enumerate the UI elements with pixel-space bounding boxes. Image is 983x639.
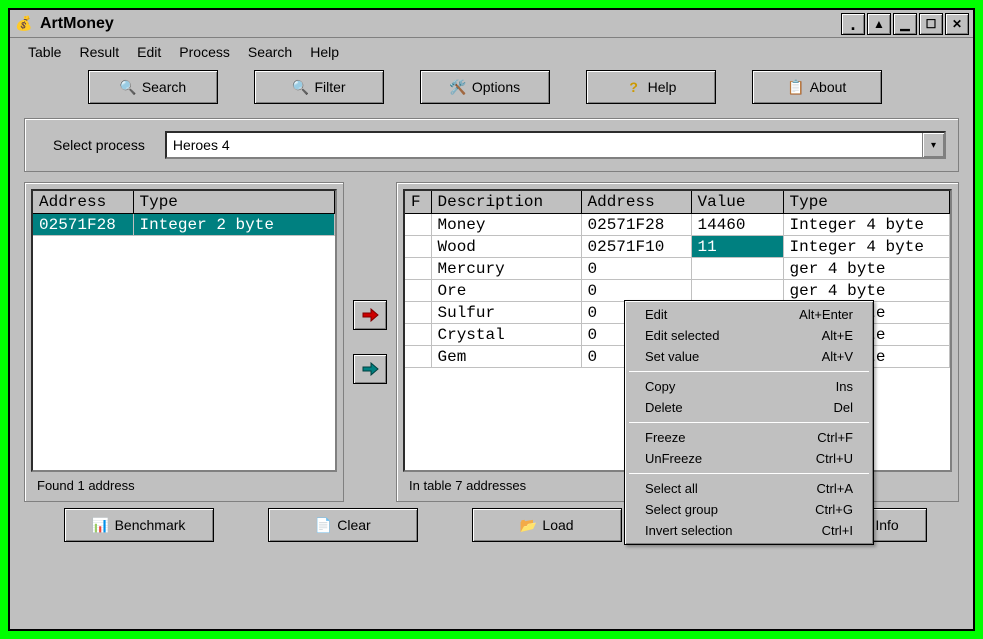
found-group: Address Type 02571F28Integer 2 byte Foun…	[24, 182, 344, 502]
context-menu-item[interactable]: FreezeCtrl+F	[627, 427, 871, 448]
table-header-description[interactable]: Description	[431, 191, 581, 214]
table-header-value[interactable]: Value	[691, 191, 783, 214]
app-icon: 💰	[14, 14, 34, 34]
help-icon: ?	[626, 79, 642, 95]
menu-table[interactable]: Table	[28, 44, 61, 60]
menu-edit[interactable]: Edit	[137, 44, 161, 60]
context-menu-item[interactable]: DeleteDel	[627, 397, 871, 418]
context-menu-item[interactable]: EditAlt+Enter	[627, 304, 871, 325]
process-dropdown-button[interactable]: ▾	[922, 133, 944, 157]
menu-process[interactable]: Process	[179, 44, 230, 60]
table-header-address[interactable]: Address	[581, 191, 691, 214]
context-menu-item[interactable]: Invert selectionCtrl+I	[627, 520, 871, 541]
titlebar-up-button[interactable]: ▲	[867, 13, 891, 35]
help-button[interactable]: ? Help	[586, 70, 716, 104]
table-row[interactable]: Ore0ger 4 byte	[405, 280, 950, 302]
context-menu-separator	[629, 371, 869, 372]
context-menu: EditAlt+EnterEdit selectedAlt+ESet value…	[624, 300, 874, 545]
arrow-right-icon	[361, 308, 379, 322]
process-label: Select process	[37, 137, 145, 153]
main-window: 💰 ArtMoney . ▲ ▁ ☐ ✕ Table Result Edit P…	[8, 8, 975, 631]
load-button[interactable]: 📂 Load	[472, 508, 622, 542]
table-row[interactable]: Money02571F2814460Integer 4 byte	[405, 214, 950, 236]
table-header-f[interactable]: F	[405, 191, 431, 214]
clear-button-label: Clear	[337, 517, 370, 533]
context-menu-separator	[629, 473, 869, 474]
filter-icon: 🔍	[292, 79, 308, 95]
context-menu-item[interactable]: Edit selectedAlt+E	[627, 325, 871, 346]
search-button[interactable]: 🔍 Search	[88, 70, 218, 104]
app-title: ArtMoney	[40, 15, 114, 33]
found-status: Found 1 address	[31, 472, 337, 495]
close-button[interactable]: ✕	[945, 13, 969, 35]
context-menu-item[interactable]: UnFreezeCtrl+U	[627, 448, 871, 469]
benchmark-button[interactable]: 📊 Benchmark	[64, 508, 214, 542]
about-icon: 📋	[788, 79, 804, 95]
menu-result[interactable]: Result	[79, 44, 119, 60]
options-button[interactable]: 🛠️ Options	[420, 70, 550, 104]
about-button-label: About	[810, 79, 847, 95]
clear-button[interactable]: 📄 Clear	[268, 508, 418, 542]
load-icon: 📂	[520, 517, 536, 533]
table-header-type[interactable]: Type	[783, 191, 950, 214]
transfer-arrows	[344, 182, 396, 502]
context-menu-item[interactable]: Select groupCtrl+G	[627, 499, 871, 520]
table-row[interactable]: Wood02571F1011Integer 4 byte	[405, 236, 950, 258]
context-menu-item[interactable]: Select allCtrl+A	[627, 478, 871, 499]
process-combo[interactable]: ▾	[165, 131, 946, 159]
table-row[interactable]: 02571F28Integer 2 byte	[33, 214, 335, 236]
options-button-label: Options	[472, 79, 520, 95]
clear-icon: 📄	[315, 517, 331, 533]
filter-button-label: Filter	[314, 79, 345, 95]
titlebar-dot-button[interactable]: .	[841, 13, 865, 35]
search-icon: 🔍	[120, 79, 136, 95]
arrow-right-teal-icon	[361, 362, 379, 376]
found-header-address[interactable]: Address	[33, 191, 133, 214]
maximize-button[interactable]: ☐	[919, 13, 943, 35]
process-input[interactable]	[167, 133, 922, 157]
move-right-button[interactable]	[353, 300, 387, 330]
options-icon: 🛠️	[450, 79, 466, 95]
found-list[interactable]: Address Type 02571F28Integer 2 byte	[31, 189, 337, 472]
minimize-button[interactable]: ▁	[893, 13, 917, 35]
main-toolbar: 🔍 Search 🔍 Filter 🛠️ Options ? Help 📋 Ab…	[10, 70, 973, 118]
about-button[interactable]: 📋 About	[752, 70, 882, 104]
menubar: Table Result Edit Process Search Help	[10, 38, 973, 70]
context-menu-separator	[629, 422, 869, 423]
benchmark-icon: 📊	[93, 517, 109, 533]
move-right-all-button[interactable]	[353, 354, 387, 384]
titlebar: 💰 ArtMoney . ▲ ▁ ☐ ✕	[10, 10, 973, 38]
filter-button[interactable]: 🔍 Filter	[254, 70, 384, 104]
menu-search[interactable]: Search	[248, 44, 292, 60]
info-button-label: Info	[875, 517, 898, 533]
benchmark-button-label: Benchmark	[115, 517, 186, 533]
context-menu-item[interactable]: CopyIns	[627, 376, 871, 397]
search-button-label: Search	[142, 79, 186, 95]
table-row[interactable]: Mercury0ger 4 byte	[405, 258, 950, 280]
load-button-label: Load	[542, 517, 573, 533]
context-menu-item[interactable]: Set valueAlt+V	[627, 346, 871, 367]
menu-help[interactable]: Help	[310, 44, 339, 60]
help-button-label: Help	[648, 79, 677, 95]
process-panel: Select process ▾	[24, 118, 959, 172]
found-header-type[interactable]: Type	[133, 191, 335, 214]
